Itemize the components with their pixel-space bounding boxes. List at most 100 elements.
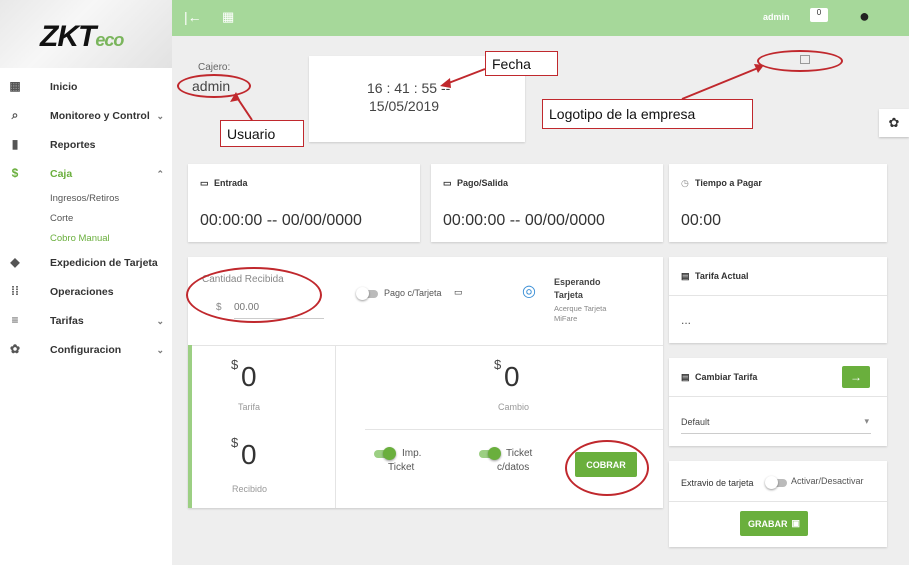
annotation-usuario: Usuario xyxy=(220,120,304,147)
acerque-label: Acerque Tarjeta xyxy=(554,304,607,313)
save-icon: ▣ xyxy=(791,518,800,528)
sidebar-item-expedicion[interactable]: ◆ Expedicion de Tarjeta xyxy=(0,248,172,277)
card-icon: ▭ xyxy=(454,287,463,297)
gear-icon: ✿ xyxy=(9,342,21,356)
tarifa-value: 0 xyxy=(241,361,257,392)
tarjeta-label: Tarjeta xyxy=(554,290,583,300)
annotation-logo: Logotipo de la empresa xyxy=(542,99,753,129)
document-icon: ▮ xyxy=(11,137,19,151)
apps-grid-icon[interactable]: ▦ xyxy=(222,9,234,25)
nfc-icon: ◎ xyxy=(522,283,536,300)
sidebar-item-reportes[interactable]: ▮ Reportes xyxy=(0,130,172,159)
tag-icon: ◆ xyxy=(10,255,20,269)
imp-ticket-label-1: Imp. xyxy=(402,448,422,459)
user-name[interactable]: admin xyxy=(763,12,790,22)
annotation-ellipse-logo xyxy=(757,50,843,72)
tiempo-pagar-card: ◷ Tiempo a Pagar 00:00 xyxy=(669,164,887,242)
divider xyxy=(669,501,887,502)
tarifa-select-value: Default xyxy=(681,417,710,427)
tarifa-dollar: $ xyxy=(231,357,239,372)
column-divider xyxy=(335,345,336,508)
entrada-title: Entrada xyxy=(214,178,248,188)
grabar-button[interactable]: GRABAR ▣ xyxy=(740,511,808,536)
tarifa-actual-title: Tarifa Actual xyxy=(695,271,749,281)
sidebar-item-configuracion[interactable]: ✿ Configuracion ⌄ xyxy=(0,335,172,364)
tag-icon: ▤ xyxy=(681,271,690,281)
entrada-value: 00:00:00 -- 00/00/0000 xyxy=(200,212,362,229)
sidebar-nav: ▦ Inicio ⌕ Monitoreo y Control ⌄ ▮ Reportes … xyxy=(0,72,172,364)
extravio-toggle[interactable] xyxy=(765,476,787,489)
cambiar-tarifa-button[interactable]: → xyxy=(842,366,870,388)
pago-tarjeta-toggle[interactable] xyxy=(356,287,378,300)
ticket-datos-label-1: Ticket xyxy=(506,448,533,459)
main-content: Cajero: admin 16 : 41 : 55 -- 15/05/2019… xyxy=(172,36,909,565)
mifare-label: MiFare xyxy=(554,314,578,323)
sidebar-subitem-cobro-manual[interactable]: Cobro Manual xyxy=(0,228,172,248)
collapse-menu-icon[interactable]: |← xyxy=(184,9,202,25)
cashier-label: Cajero: xyxy=(198,62,231,73)
sidebar-item-inicio[interactable]: ▦ Inicio xyxy=(0,72,172,101)
ticket-datos-toggle[interactable] xyxy=(479,447,501,460)
tarifa-select[interactable]: Default ▾ xyxy=(681,410,871,434)
entrada-card: ▭ Entrada 00:00:00 -- 00/00/0000 xyxy=(188,164,420,242)
tarifa-actual-value: ... xyxy=(681,313,692,327)
arrow-right-icon: → xyxy=(850,370,862,384)
pago-salida-value: 00:00:00 -- 00/00/0000 xyxy=(443,212,605,229)
clock-date: 15/05/2019 xyxy=(369,98,440,114)
annotation-ellipse-cantidad xyxy=(186,267,322,323)
divider xyxy=(669,396,887,397)
esperando-label: Esperando xyxy=(554,277,601,287)
cambiar-tarifa-title: Cambiar Tarifa xyxy=(695,372,758,382)
imp-ticket-toggle[interactable] xyxy=(374,447,396,460)
sidebar-subitem-ingresos[interactable]: Ingresos/Retiros xyxy=(0,188,172,208)
ticket-datos-label-2: c/datos xyxy=(497,462,530,473)
extravio-card: Extravio de tarjeta Activar/Desactivar G… xyxy=(669,461,887,547)
cambio-value: 0 xyxy=(504,361,520,392)
cambiar-tarifa-card: ▤ Cambiar Tarifa → Default ▾ xyxy=(669,358,887,446)
pago-salida-card: ▭ Pago/Salida 00:00:00 -- 00/00/0000 xyxy=(431,164,663,242)
settings-button[interactable]: ✿ xyxy=(879,109,909,137)
sidebar-item-operaciones[interactable]: ⁞⁞ Operaciones xyxy=(0,277,172,306)
chevron-down-icon: ⌄ xyxy=(156,316,164,326)
list-icon: ≡ xyxy=(11,313,19,327)
calendar-icon: ▭ xyxy=(200,178,209,188)
gear-icon: ✿ xyxy=(888,115,900,130)
cambio-label: Cambio xyxy=(498,402,530,412)
sidebar-item-caja[interactable]: $ Caja ⌃ xyxy=(0,159,172,188)
cambio-dollar: $ xyxy=(494,357,502,372)
divider xyxy=(669,295,887,296)
search-icon: ⌕ xyxy=(11,107,19,122)
sidebar-subitem-corte[interactable]: Corte xyxy=(0,208,172,228)
notification-icon[interactable]: 0 xyxy=(810,8,828,22)
recibido-dollar: $ xyxy=(231,435,239,450)
payment-card: Cantidad Recibida $ Pago c/Tarjeta ▭ ◎ E… xyxy=(186,257,663,508)
imp-ticket-label-2: Ticket xyxy=(388,462,415,473)
tarifa-actual-card: ▤ Tarifa Actual ... xyxy=(669,257,887,343)
logo-brand: ZKT xyxy=(40,20,96,53)
sidebar-item-monitoreo[interactable]: ⌕ Monitoreo y Control ⌄ xyxy=(0,101,172,130)
logo-suffix: eco xyxy=(95,30,124,50)
tag-icon: ▤ xyxy=(681,372,690,382)
extravio-title: Extravio de tarjeta xyxy=(681,478,754,488)
annotation-ellipse-cobrar xyxy=(565,440,649,496)
recibido-label: Recibido xyxy=(232,484,268,494)
dollar-icon: $ xyxy=(11,166,19,180)
clock-icon: ◷ xyxy=(681,178,689,188)
extravio-toggle-label: Activar/Desactivar xyxy=(791,476,864,486)
user-icon[interactable]: ● xyxy=(859,6,870,27)
chevron-down-icon: ⌄ xyxy=(156,345,164,355)
pago-tarjeta-label: Pago c/Tarjeta xyxy=(384,288,442,298)
recibido-value: 0 xyxy=(241,439,257,470)
dashboard-icon: ▦ xyxy=(9,79,21,93)
tarifa-label: Tarifa xyxy=(238,402,261,412)
company-logo: ZKTeco xyxy=(0,0,172,68)
grid-icon: ⁞⁞ xyxy=(11,284,19,298)
pago-salida-title: Pago/Salida xyxy=(457,178,509,188)
annotation-ellipse-usuario xyxy=(177,74,251,98)
divider xyxy=(188,345,663,346)
chevron-down-icon: ▾ xyxy=(864,416,869,426)
chevron-down-icon: ⌄ xyxy=(156,111,164,121)
options-divider xyxy=(365,429,663,430)
tiempo-pagar-title: Tiempo a Pagar xyxy=(695,178,762,188)
sidebar-item-tarifas[interactable]: ≡ Tarifas ⌄ xyxy=(0,306,172,335)
